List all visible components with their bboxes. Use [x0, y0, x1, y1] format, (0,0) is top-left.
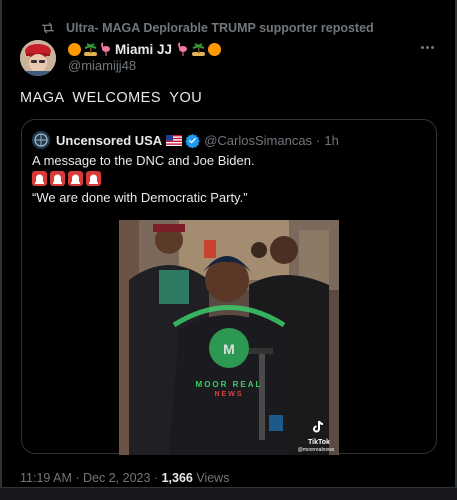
flamingo-icon: [175, 42, 189, 56]
repost-text: Ultra- MAGA Deplorable TRUMP supporter r…: [66, 21, 374, 35]
tweet-date[interactable]: Dec 2, 2023: [83, 471, 150, 485]
repost-icon: [40, 20, 56, 36]
quote-author-handle[interactable]: @CarlosSimancas: [204, 133, 312, 148]
quote-author-name[interactable]: Uncensored USA: [56, 133, 162, 148]
quote-header: Uncensored USA @CarlosSimancas · 1h: [56, 132, 339, 148]
watermark-subtext: NEWS: [214, 391, 244, 398]
quote-text-line3: “We are done with Democratic Party.”: [32, 190, 248, 205]
siren-icon: [86, 171, 101, 186]
orange-circle-icon: [208, 42, 222, 56]
quote-avatar[interactable]: [32, 131, 50, 149]
meta-separator: ·: [75, 471, 84, 485]
author-display-name[interactable]: Miami JJ: [115, 42, 172, 57]
quote-text-line1: A message to the DNC and Joe Biden.: [32, 153, 255, 168]
verified-badge-icon: [185, 133, 200, 148]
orange-circle-icon: [68, 42, 81, 56]
island-icon: [191, 42, 206, 56]
quote-separator: ·: [316, 132, 321, 148]
frame-bottom-bar: [0, 487, 457, 500]
island-icon: [83, 42, 98, 56]
tiktok-logo-icon: [313, 420, 324, 433]
frame-left-edge: [0, 0, 2, 500]
author-handle[interactable]: @miamijj48: [68, 58, 136, 73]
siren-icon: [68, 171, 83, 186]
tweet-time[interactable]: 11:19 AM: [20, 471, 72, 485]
quoted-tweet-card[interactable]: Uncensored USA @CarlosSimancas · 1h A me…: [21, 119, 437, 455]
more-dots-icon: [420, 45, 424, 49]
tweet-text: MAGA WELCOMES YOU: [20, 90, 203, 106]
siren-icon: [50, 171, 65, 186]
video-player[interactable]: M MOOR REAL NEWS TikTok @moorrealnews: [119, 220, 339, 455]
watermark-text: MOOR REAL: [195, 380, 263, 389]
tiktok-handle-text: @moorrealnews: [297, 447, 335, 453]
siren-icon: [32, 171, 47, 186]
tiktok-badge: TikTok @moorrealnews: [298, 420, 335, 453]
flamingo-icon: [98, 42, 112, 56]
tweet-meta: 11:19 AM · Dec 2, 2023 · 1,366 Views: [20, 471, 229, 485]
siren-emoji-row: [32, 171, 101, 186]
avatar[interactable]: [20, 40, 56, 76]
tiktok-brand-text: TikTok: [308, 439, 330, 446]
more-options-button[interactable]: [417, 40, 437, 54]
meta-separator: ·: [153, 471, 162, 485]
author-name-row[interactable]: Miami JJ: [68, 40, 222, 58]
views-count: 1,366: [161, 471, 193, 485]
repost-indicator[interactable]: Ultra- MAGA Deplorable TRUMP supporter r…: [40, 19, 374, 37]
us-flag-icon: [166, 134, 183, 146]
quote-timestamp[interactable]: 1h: [324, 133, 338, 148]
views-label: Views: [196, 471, 230, 485]
svg-text:M: M: [223, 341, 235, 357]
